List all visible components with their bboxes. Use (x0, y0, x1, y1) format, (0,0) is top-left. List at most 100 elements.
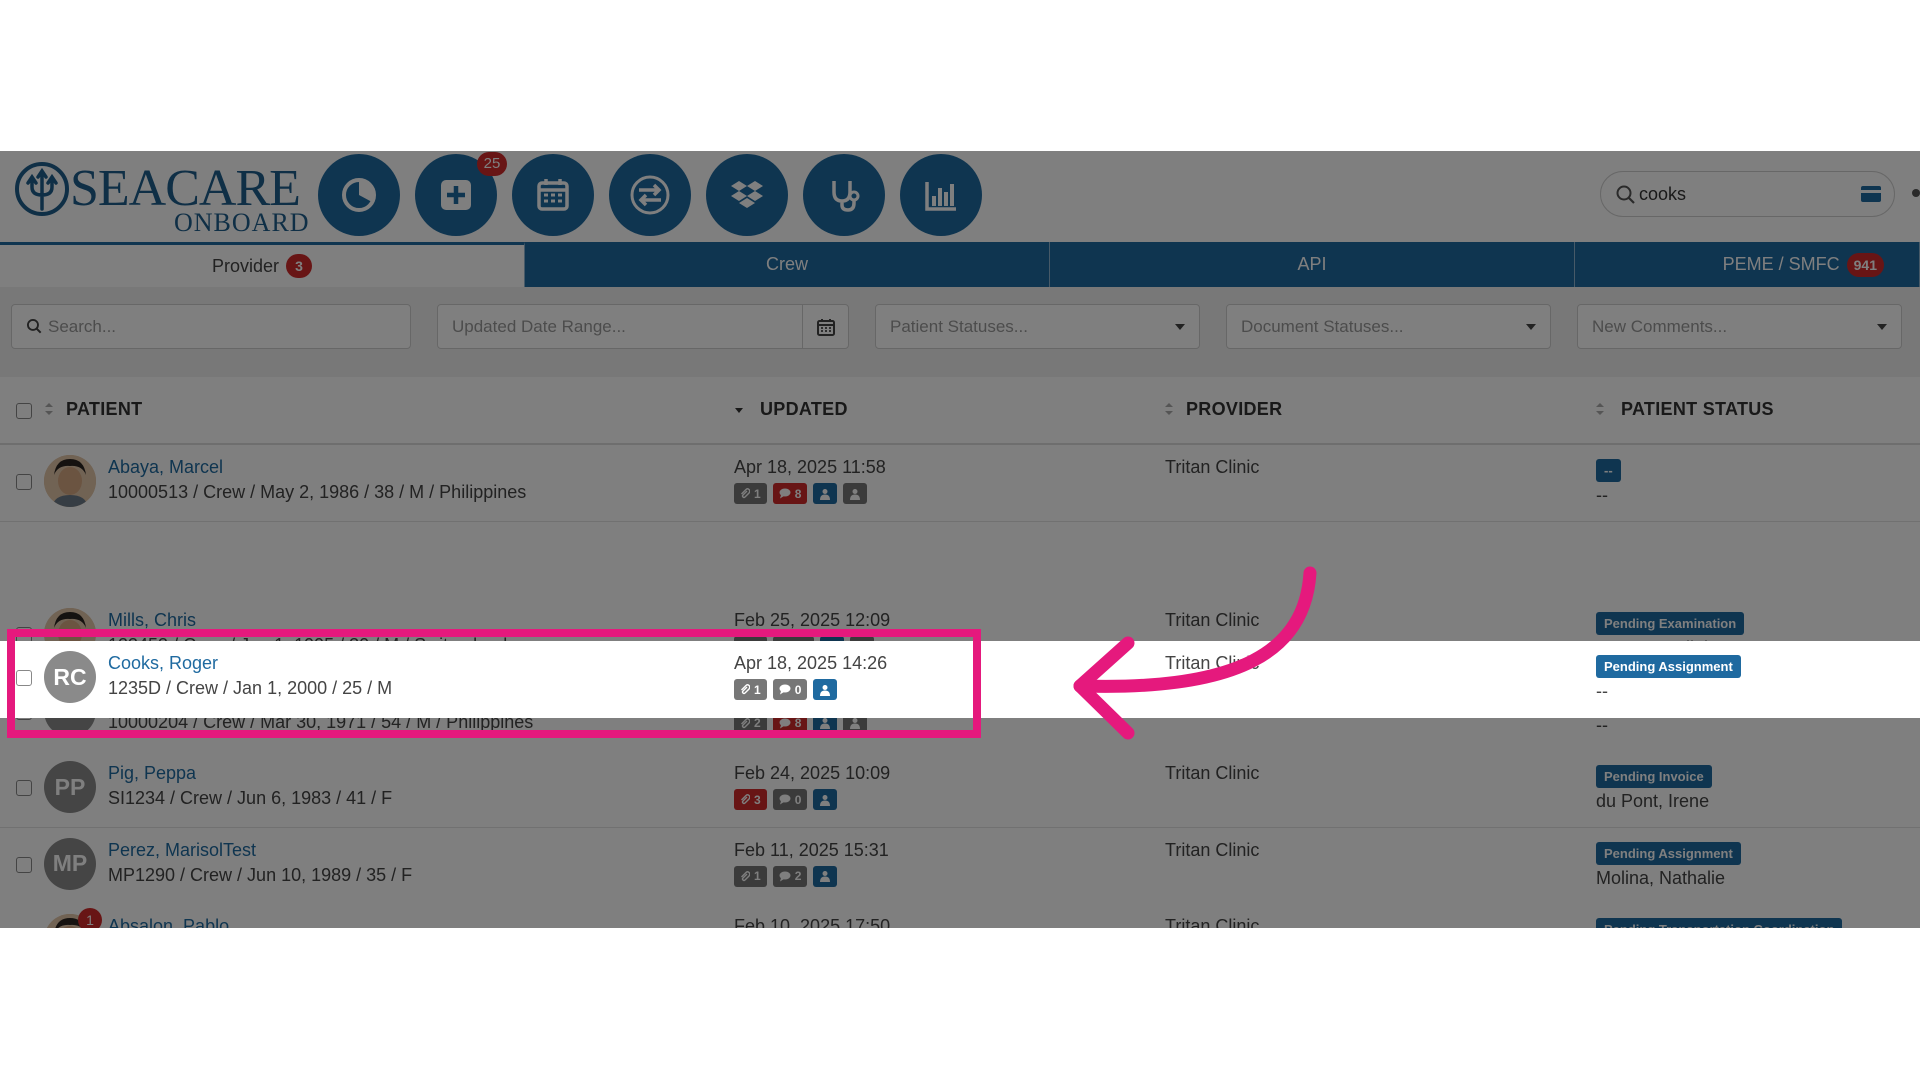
dashboard-button[interactable] (318, 154, 400, 236)
comments-count-chip[interactable]: 19 (772, 636, 815, 657)
global-search[interactable] (1600, 171, 1895, 217)
search-icon (1616, 185, 1635, 204)
exchange-arrows-icon (630, 175, 670, 215)
calendar-button[interactable] (512, 154, 594, 236)
patient-name-link[interactable]: Stark, Tony (108, 687, 198, 708)
column-patient-status[interactable]: PATIENT STATUS (1621, 399, 1774, 420)
comments-count-chip[interactable]: 8 (772, 712, 808, 734)
row-checkbox[interactable] (16, 703, 32, 720)
patient-name-link[interactable]: Abaya, Marcel (108, 457, 223, 478)
comments-count: 0 (794, 792, 802, 807)
patient-details: SI1234 / Crew / Jun 6, 1983 / 41 / F (108, 788, 393, 808)
column-patient[interactable]: PATIENT (66, 399, 142, 420)
updated-timestamp: Feb 11, 2025 15:31 (734, 839, 889, 860)
table-row: Abaya, Marcel 10000513 / Crew / May 2, 19… (0, 445, 1920, 522)
tab-provider[interactable]: Provider 3 (0, 242, 525, 287)
comments-count-chip[interactable]: 2 (772, 865, 808, 887)
tab-api[interactable]: API (1050, 242, 1575, 287)
patient-name-link[interactable]: Mills, Chris (108, 610, 196, 631)
sort-icon[interactable] (44, 401, 54, 417)
patient-initials-avatar[interactable]: MP (44, 837, 96, 890)
crew-user-icon[interactable] (813, 865, 838, 887)
row-checkbox[interactable] (16, 780, 32, 796)
stethoscope-icon (832, 181, 860, 212)
reports-button[interactable] (900, 154, 982, 236)
documents-count-chip[interactable]: 1 (734, 636, 767, 657)
documents-count-chip[interactable]: 1 (734, 865, 767, 887)
patient-details: 10000204 / Crew / Mar 30, 1971 / 54 / M … (108, 711, 534, 732)
chevron-down-icon (1175, 324, 1185, 330)
patient-name-link[interactable]: Pig, Peppa (108, 763, 196, 784)
seacare-logo[interactable]: SEACARE ONBOARD (14, 157, 309, 237)
tab-api-label: API (1297, 254, 1327, 274)
provider-user-icon[interactable] (843, 483, 868, 504)
patient-details: 10000513 / Crew / May 2, 1986 / 38 / M /… (108, 482, 527, 502)
comments-count-chip[interactable]: 8 (772, 483, 808, 504)
patient-initials-avatar[interactable]: PP (44, 761, 96, 813)
documents-count-chip[interactable]: 2 (734, 712, 767, 734)
dropbox-button[interactable] (706, 154, 788, 236)
updated-timestamp: Feb 25, 2025 12:09 (734, 610, 891, 630)
dropbox-icon (731, 181, 763, 208)
sort-icon[interactable] (1164, 401, 1174, 417)
patient-name-link[interactable]: Perez, MarisolTest (108, 840, 256, 861)
sort-icon[interactable] (1595, 401, 1605, 417)
add-case-button[interactable]: 25 (415, 152, 507, 236)
documents-count: 1 (754, 639, 761, 654)
assignee-name: du Pont, Irene (1596, 791, 1710, 811)
document-statuses-select[interactable]: Document Statuses... (1226, 304, 1551, 349)
row-checkbox[interactable] (16, 856, 32, 873)
provider-user-icon[interactable] (843, 712, 868, 734)
table-row: 1Absalon, Pablo667966 / Crew / Dec 25, 1… (0, 904, 1920, 928)
provider-name: Tritan Clinic (1165, 839, 1260, 860)
column-provider[interactable]: PROVIDER (1186, 399, 1282, 420)
logo-subtitle: ONBOARD (174, 208, 310, 237)
tab-peme-smfc-label: PEME / SMFC (1722, 254, 1840, 274)
table-row: MP Perez, MarisolTest MP1290 / Crew / Jun … (0, 827, 1920, 905)
crew-user-icon[interactable] (813, 712, 838, 734)
credit-card-icon[interactable] (1860, 185, 1882, 203)
documents-count-chip[interactable]: 3 (734, 789, 767, 810)
more-menu-icon[interactable] (1912, 189, 1920, 197)
sort-desc-icon[interactable] (734, 401, 744, 417)
chevron-down-icon (1877, 324, 1887, 330)
patient-status-badge: -- (1596, 459, 1621, 482)
global-search-input[interactable] (1639, 180, 1839, 208)
row-checkbox[interactable] (16, 627, 32, 643)
patient-status-badge: Pending Invoice (1596, 765, 1712, 788)
documents-count: 2 (754, 716, 761, 730)
comments-count: 2 (794, 869, 802, 883)
tab-crew[interactable]: Crew (525, 242, 1050, 287)
patient-name-link[interactable]: Absalon, Pablo (108, 916, 229, 928)
patient-photo-avatar[interactable] (44, 455, 96, 507)
column-updated[interactable]: UPDATED (760, 399, 848, 420)
row-chips: 12 (734, 865, 838, 887)
crew-user-icon[interactable] (820, 636, 845, 657)
updated-date-range-field[interactable]: Updated Date Range... (437, 304, 849, 349)
provider-name: Tritan Clinic (1165, 763, 1260, 783)
transfer-button[interactable] (609, 154, 691, 236)
patient-status-badge: Pending Transportation Coordination (1596, 918, 1843, 928)
comments-count: 8 (794, 486, 802, 501)
bar-chart-icon (925, 182, 956, 211)
assignee-name: Molina, Nathalie (1596, 867, 1726, 888)
search-icon (27, 319, 42, 334)
tab-peme-smfc[interactable]: PEME / SMFC 941 (1575, 242, 1920, 287)
documents-count-chip[interactable]: 1 (734, 483, 767, 504)
plus-square-icon (441, 180, 471, 210)
row-checkbox[interactable] (16, 474, 32, 490)
medical-button[interactable] (803, 154, 885, 236)
comments-count-chip[interactable]: 0 (772, 789, 808, 810)
crew-user-icon[interactable] (813, 789, 838, 810)
date-range-calendar-button[interactable] (802, 305, 848, 348)
provider-user-icon[interactable] (850, 636, 875, 657)
patient-photo-avatar[interactable] (44, 608, 96, 660)
tab-peme-smfc-badge: 941 (1846, 252, 1884, 277)
tab-crew-label: Crew (765, 254, 808, 274)
crew-user-icon[interactable] (813, 483, 838, 504)
tab-bar: Provider 3 Crew API PEME / SMFC 941 (0, 242, 1920, 287)
patient-statuses-select[interactable]: Patient Statuses... (875, 304, 1200, 349)
patient-search-field[interactable]: Search... (11, 304, 411, 349)
new-comments-select[interactable]: New Comments... (1577, 304, 1902, 349)
select-all-checkbox[interactable] (16, 403, 32, 419)
